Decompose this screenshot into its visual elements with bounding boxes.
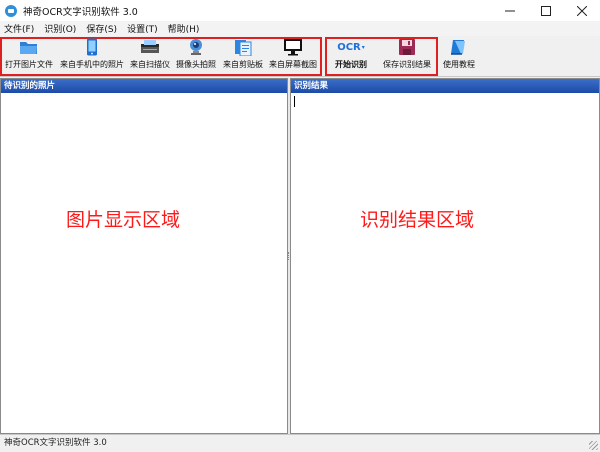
save-result-button[interactable]: 保存识别结果 (380, 38, 434, 73)
phone-icon (82, 38, 102, 56)
phone-photo-button[interactable]: 来自手机中的照片 (58, 38, 126, 73)
status-text: 神奇OCR文字识别软件 3.0 (4, 438, 107, 448)
ocr-result-panel[interactable]: 识别结果 识别结果区域 (290, 78, 600, 434)
menu-bar: 文件(F) 识别(O) 保存(S) 设置(T) 帮助(H) (0, 21, 600, 36)
open-image-button[interactable]: 打开图片文件 (4, 38, 54, 73)
maximize-icon[interactable] (528, 0, 564, 21)
scanner-button[interactable]: 来自扫描仪 (128, 38, 172, 73)
menu-file[interactable]: 文件(F) (4, 22, 34, 35)
menu-save[interactable]: 保存(S) (86, 22, 117, 35)
clipboard-button[interactable]: 来自剪贴板 (220, 38, 266, 73)
minimize-icon[interactable] (492, 0, 528, 21)
window-controls (492, 0, 600, 21)
tutorial-button[interactable]: 使用教程 (440, 38, 478, 73)
status-bar: 神奇OCR文字识别软件 3.0 (0, 434, 600, 452)
scanner-icon (140, 38, 160, 56)
window-title: 神奇OCR文字识别软件 3.0 (23, 6, 138, 18)
resize-grip-icon[interactable] (589, 441, 598, 450)
menu-recognize[interactable]: 识别(O) (44, 22, 76, 35)
clipboard-icon (233, 38, 253, 56)
menu-help[interactable]: 帮助(H) (168, 22, 200, 35)
result-area-label: 识别结果区域 (360, 209, 475, 231)
image-display-panel[interactable]: 待识别的照片 图片显示区域 (0, 78, 288, 434)
app-logo-icon (5, 4, 17, 17)
image-area-label: 图片显示区域 (66, 209, 181, 231)
screenshot-button[interactable]: 来自屏幕截图 (267, 38, 319, 73)
close-icon[interactable] (564, 0, 600, 21)
ocr-icon: OCR ▾ (337, 41, 365, 53)
book-icon (449, 38, 469, 56)
text-cursor (294, 96, 295, 107)
floppy-disk-icon (397, 38, 417, 56)
webcam-icon (186, 38, 206, 56)
monitor-icon (283, 38, 303, 56)
result-panel-header: 识别结果 (291, 79, 599, 93)
folder-open-icon (19, 38, 39, 56)
start-ocr-button[interactable]: OCR ▾ 开始识别 (330, 38, 372, 73)
title-bar: 神奇OCR文字识别软件 3.0 (0, 0, 600, 21)
menu-settings[interactable]: 设置(T) (127, 22, 158, 35)
camera-button[interactable]: 摄像头拍照 (174, 38, 218, 73)
toolbar: 打开图片文件 来自手机中的照片 来自扫描仪 摄像头拍照 来自剪贴板 来自屏幕截图… (0, 36, 600, 77)
image-panel-header: 待识别的照片 (1, 79, 287, 93)
